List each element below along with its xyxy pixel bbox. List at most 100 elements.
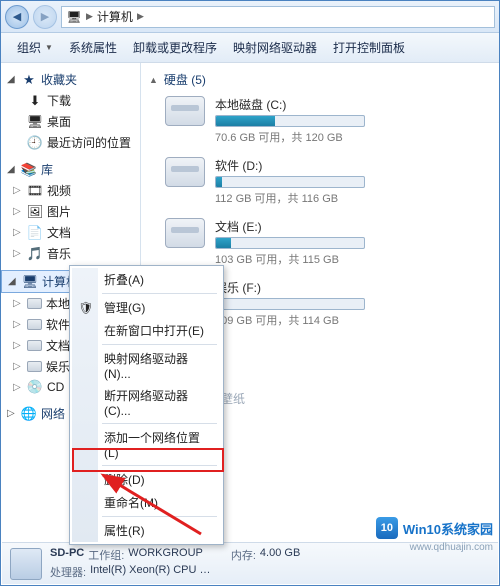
recent-icon: 🕘 (27, 135, 43, 151)
drive-info: 文档 (E:) 103 GB 可用，共 115 GB (215, 218, 491, 267)
ctx-open-new-window[interactable]: 在新窗口中打开(E) (72, 319, 221, 342)
cpu-value: Intel(R) Xeon(R) CPU … (90, 564, 210, 580)
desktop-icon: 🖥 (27, 114, 43, 130)
collapse-icon: ◢ (8, 276, 18, 287)
chevron-down-icon: ▼ (45, 43, 53, 52)
drive-stat: 112 GB 可用，共 116 GB (215, 190, 471, 206)
back-button[interactable]: ◀ (5, 5, 29, 29)
separator (102, 423, 217, 424)
expand-icon: ▷ (13, 298, 23, 309)
organize-menu[interactable]: 组织 ▼ (9, 37, 61, 58)
libraries-heading[interactable]: ◢ 📚 库 (1, 159, 140, 180)
drive-info: 本地磁盘 (C:)70.6 GB 可用，共 120 GB (215, 96, 491, 145)
expand-icon: ▷ (13, 382, 23, 393)
expand-icon: ▷ (13, 185, 23, 196)
separator (102, 516, 217, 517)
drive-icon (27, 340, 42, 351)
cpu-label: 处理器: (50, 564, 86, 580)
expand-icon: ▷ (7, 408, 17, 419)
sidebar-item-pictures[interactable]: ▷ 🖼 图片 (1, 201, 140, 222)
breadcrumb-label: 计算机 (97, 8, 133, 25)
sidebar-item-videos[interactable]: ▷ 🎞 视频 (1, 180, 140, 201)
details-pane: SD-PC 工作组: WORKGROUP 内存: 4.00 GB 处理器: In… (2, 542, 498, 584)
sidebar-item-downloads[interactable]: ⬇ 下载 (1, 90, 140, 111)
drive-item[interactable]: 本地磁盘 (C:)70.6 GB 可用，共 120 GB (149, 92, 491, 153)
sidebar-item-label: 音乐 (47, 245, 71, 262)
sidebar-item-desktop[interactable]: 🖥 桌面 (1, 111, 140, 132)
expand-icon: ▷ (13, 319, 23, 330)
map-network-drive-button[interactable]: 映射网络驱动器 (225, 37, 325, 58)
ctx-rename[interactable]: 重命名(M) (72, 491, 221, 514)
usage-bar (215, 115, 365, 127)
ctx-properties[interactable]: 属性(R) (72, 519, 221, 542)
sidebar-item-label: 本地 (46, 295, 70, 312)
expand-icon: ▷ (13, 340, 23, 351)
library-icon: 📚 (21, 162, 37, 178)
sidebar-item-label: 图片 (47, 203, 71, 220)
favorites-heading[interactable]: ◢ ★ 收藏夹 (1, 69, 140, 90)
workgroup-label: 工作组: (88, 547, 124, 563)
usage-bar (215, 176, 365, 188)
sidebar-item-label: 娱乐 (46, 358, 70, 375)
drive-icon (27, 319, 42, 330)
cd-icon: 💿 (27, 379, 43, 395)
open-control-panel-button[interactable]: 打开控制面板 (325, 37, 413, 58)
drive-item[interactable]: 软件 (D:) 112 GB 可用，共 116 GB (149, 153, 491, 214)
usage-bar (215, 298, 365, 310)
sidebar-item-label: 文档 (47, 224, 71, 241)
hard-drives-heading[interactable]: ▲ 硬盘 (5) (149, 69, 491, 92)
sidebar-item-label: 视频 (47, 182, 71, 199)
drive-icon (165, 218, 205, 248)
memory-label: 内存: (231, 547, 256, 563)
workgroup-value: WORKGROUP (128, 547, 203, 563)
drive-stat: 109 GB 可用，共 114 GB (215, 312, 471, 328)
ctx-item-label: 管理(G) (104, 301, 145, 315)
system-properties-button[interactable]: 系统属性 (61, 37, 125, 58)
drive-icon (165, 157, 205, 187)
drive-name: 文档 (E:) (215, 218, 471, 235)
forward-button[interactable]: ▶ (33, 5, 57, 29)
video-icon: 🎞 (27, 183, 43, 199)
computer-icon (10, 548, 42, 580)
sidebar-item-label: 文档 (46, 337, 70, 354)
sidebar-item-recent[interactable]: 🕘 最近访问的位置 (1, 132, 140, 153)
sidebar-item-label: 桌面 (47, 113, 71, 130)
favorites-label: 收藏夹 (41, 71, 77, 88)
ctx-manage[interactable]: 🛡 管理(G) (72, 296, 221, 319)
sidebar-item-documents[interactable]: ▷ 📄 文档 (1, 222, 140, 243)
sidebar-item-music[interactable]: ▷ 🎵 音乐 (1, 243, 140, 264)
drive-stat: 70.6 GB 可用，共 120 GB (215, 129, 471, 145)
collapse-icon: ▲ (149, 75, 158, 85)
chevron-right-icon: ▶ (86, 11, 93, 22)
expand-icon: ▷ (13, 227, 23, 238)
ctx-map-network-drive[interactable]: 映射网络驱动器(N)... (72, 347, 221, 384)
breadcrumb[interactable]: 🖥 ▶ 计算机 ▶ (61, 6, 495, 28)
memory-value: 4.00 GB (260, 547, 300, 563)
computer-icon: 🖥 (22, 274, 38, 290)
drive-stat: 103 GB 可用，共 115 GB (215, 251, 471, 267)
network-label: 网络 (41, 405, 65, 422)
context-menu: 折叠(A) 🛡 管理(G) 在新窗口中打开(E) 映射网络驱动器(N)... 断… (69, 265, 224, 545)
computer-name: SD-PC (50, 547, 84, 563)
ctx-delete[interactable]: 删除(D) (72, 468, 221, 491)
heading-label: 硬盘 (5) (164, 71, 206, 88)
music-icon: 🎵 (27, 246, 43, 262)
libraries-group: ◢ 📚 库 ▷ 🎞 视频 ▷ 🖼 图片 ▷ 📄 文档 (1, 159, 140, 264)
organize-label: 组织 (17, 39, 41, 56)
ctx-add-network-location[interactable]: 添加一个网络位置(L) (72, 426, 221, 463)
collapse-icon: ◢ (7, 164, 17, 175)
uninstall-programs-button[interactable]: 卸载或更改程序 (125, 37, 225, 58)
download-icon: ⬇ (27, 93, 43, 109)
expand-icon: ▷ (13, 206, 23, 217)
drive-name: 软件 (D:) (215, 157, 471, 174)
sidebar-item-label: 软件 (46, 316, 70, 333)
ctx-collapse[interactable]: 折叠(A) (72, 268, 221, 291)
drive-name: 娱乐 (F:) (215, 279, 471, 296)
command-bar: 组织 ▼ 系统属性 卸载或更改程序 映射网络驱动器 打开控制面板 (1, 33, 499, 63)
drive-icon (165, 96, 205, 126)
computer-icon: 🖥 (66, 9, 82, 25)
explorer-window: ◀ ▶ 🖥 ▶ 计算机 ▶ 组织 ▼ 系统属性 卸载或更改程序 映射网络驱动器 … (0, 0, 500, 586)
ctx-disconnect-network-drive[interactable]: 断开网络驱动器(C)... (72, 384, 221, 421)
drive-info: 软件 (D:) 112 GB 可用，共 116 GB (215, 157, 491, 206)
shield-icon: 🛡 (78, 300, 94, 316)
